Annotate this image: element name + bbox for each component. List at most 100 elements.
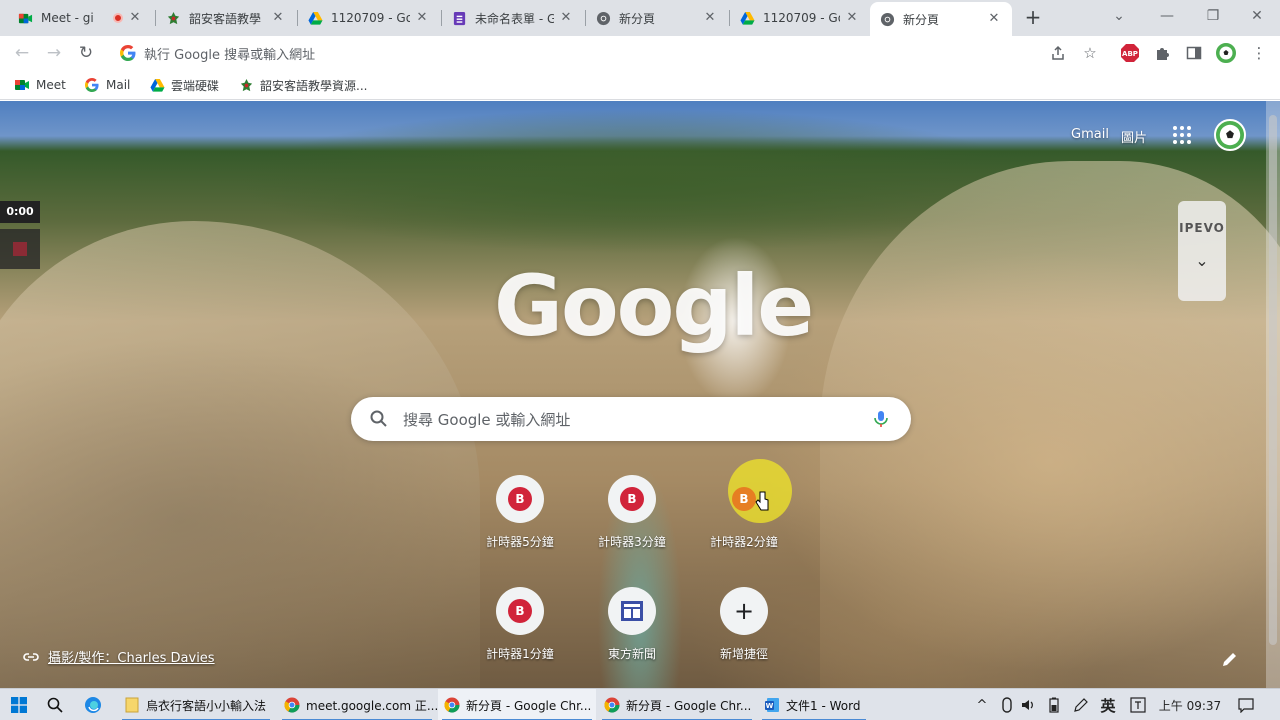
google-logo: Google	[494, 257, 814, 355]
reload-icon[interactable]: ↻	[73, 40, 99, 66]
tab-title: Meet - gi	[41, 11, 94, 25]
taskbar-app-chrome-2[interactable]: 新分頁 - Google Chr...	[598, 689, 756, 720]
chrome-icon	[284, 697, 300, 713]
search-box[interactable]: 搜尋 Google 或輸入網址	[351, 397, 911, 441]
search-icon[interactable]	[40, 689, 70, 720]
ime-mode-icon[interactable]	[1128, 689, 1148, 720]
tab-title: 1120709 - Go	[331, 11, 410, 25]
shortcut-timer-5[interactable]: B 計時器5分鐘	[464, 475, 576, 583]
new-tab-plus-icon[interactable]: +	[1022, 7, 1044, 29]
scrollbar-thumb[interactable]	[1269, 115, 1277, 645]
svg-text:W: W	[766, 702, 774, 710]
window-close-icon[interactable]: ✕	[1234, 0, 1280, 32]
toolbar: ← → ↻ 執行 Google 搜尋或輸入網址 ☆ ABP ⋮	[0, 36, 1280, 70]
forward-arrow-icon[interactable]: →	[41, 40, 67, 66]
share-icon[interactable]	[1049, 44, 1067, 62]
pen-icon[interactable]	[1072, 689, 1090, 720]
search-placeholder: 搜尋 Google 或輸入網址	[403, 410, 571, 429]
close-icon[interactable]: ✕	[127, 10, 143, 26]
tab-title: 韶安客語教學	[189, 11, 262, 26]
tab-forms[interactable]: 未命名表單 - G ✕	[442, 3, 584, 33]
close-icon[interactable]: ✕	[844, 10, 860, 26]
tray-app-icon[interactable]	[998, 689, 1016, 720]
shortcut-timer-3[interactable]: B 計時器3分鐘	[576, 475, 688, 583]
forms-icon	[452, 11, 467, 26]
tab-meet[interactable]: Meet - gi ✕	[8, 3, 153, 33]
google-apps-grid-icon[interactable]	[1172, 125, 1192, 145]
taskbar-app-meet[interactable]: meet.google.com 正...	[278, 689, 439, 720]
bookmark-label: Mail	[106, 78, 131, 92]
tab-newtab-active[interactable]: 新分頁 ✕	[870, 2, 1012, 36]
link-icon	[23, 652, 39, 661]
adblock-plus-icon[interactable]: ABP	[1121, 44, 1139, 62]
bookmark-drive[interactable]: 雲端硬碟	[149, 76, 219, 94]
chevron-down-icon[interactable]: ⌄	[1178, 251, 1226, 270]
tab-title: 新分頁	[619, 11, 656, 26]
address-bar[interactable]: 執行 Google 搜尋或輸入網址	[108, 39, 1083, 67]
notifications-icon[interactable]	[1236, 689, 1256, 720]
gmail-link[interactable]: Gmail	[1071, 127, 1109, 142]
close-icon[interactable]: ✕	[558, 10, 574, 26]
stop-recording-button[interactable]	[0, 229, 40, 269]
tray-chevron-up-icon[interactable]: ^	[974, 689, 990, 720]
volume-icon[interactable]	[1020, 689, 1038, 720]
chrome-icon	[444, 697, 460, 713]
customize-pencil-icon[interactable]	[1220, 649, 1240, 669]
news-icon	[621, 601, 643, 621]
close-icon[interactable]: ✕	[414, 10, 430, 26]
ipevo-panel[interactable]: IPEVO ⌄	[1178, 201, 1226, 301]
bookmark-shaoan[interactable]: 韶安客語教學資源...	[238, 76, 367, 94]
tab-shaoan[interactable]: 韶安客語教學 ✕	[156, 3, 296, 33]
tab-strip: Meet - gi ✕ 韶安客語教學 ✕ 1120709 - Go ✕ 未命名表…	[0, 0, 1280, 36]
search-icon	[370, 410, 387, 427]
taskbar-clock[interactable]: 上午 09:37	[1158, 689, 1222, 720]
close-icon[interactable]: ✕	[986, 11, 1002, 27]
taskbar-app-label: meet.google.com 正...	[306, 698, 439, 713]
close-icon[interactable]: ✕	[702, 10, 718, 26]
timer-b-icon: B	[508, 487, 532, 511]
taskbar-app-word[interactable]: W 文件1 - Word	[758, 689, 870, 720]
tab-search-chevron-icon[interactable]: ⌄	[1096, 0, 1142, 32]
timer-b-icon: B	[620, 487, 644, 511]
close-icon[interactable]: ✕	[270, 10, 286, 26]
bookmark-meet[interactable]: Meet	[14, 76, 66, 94]
bookmark-star-icon[interactable]: ☆	[1081, 44, 1099, 62]
tab-newtab-1[interactable]: 新分頁 ✕	[586, 3, 728, 33]
drive-icon	[308, 11, 323, 26]
edge-icon[interactable]	[78, 689, 108, 720]
ime-language-indicator[interactable]: 英	[1098, 689, 1118, 720]
minimize-icon[interactable]: —	[1144, 0, 1190, 32]
menu-kebab-icon[interactable]: ⋮	[1250, 44, 1268, 62]
shortcut-news[interactable]: 東方新聞	[576, 587, 688, 688]
photo-credit[interactable]: 攝影/製作：Charles Davies	[22, 647, 215, 666]
page-scrollbar[interactable]	[1266, 101, 1280, 688]
drive-icon	[740, 11, 755, 26]
microphone-icon[interactable]	[871, 409, 891, 429]
tab-drive-2[interactable]: 1120709 - Go ✕	[730, 3, 870, 33]
maximize-icon[interactable]: ❐	[1190, 0, 1236, 32]
start-windows-icon[interactable]	[4, 689, 34, 720]
shortcut-add[interactable]: + 新增捷徑	[688, 587, 800, 688]
bookmark-mail[interactable]: Mail	[84, 76, 130, 94]
images-link[interactable]: 圖片	[1121, 127, 1147, 146]
back-arrow-icon[interactable]: ←	[9, 40, 35, 66]
meet-icon	[18, 11, 33, 26]
tab-drive-1[interactable]: 1120709 - Go ✕	[298, 3, 440, 33]
address-placeholder: 執行 Google 搜尋或輸入網址	[144, 47, 316, 63]
shortcut-timer-2[interactable]: B 計時器2分鐘	[688, 475, 800, 583]
background-cliff-left	[0, 221, 480, 688]
account-avatar[interactable]	[1214, 119, 1246, 151]
hand-cursor-icon	[755, 491, 769, 511]
extensions-puzzle-icon[interactable]	[1153, 44, 1171, 62]
svg-text:ABP: ABP	[1122, 50, 1138, 58]
battery-icon[interactable]	[1045, 689, 1063, 720]
taskbar-app-chrome-1[interactable]: 新分頁 - Google Chr...	[438, 689, 596, 720]
shortcut-label: 東方新聞	[607, 647, 656, 661]
shortcut-timer-1[interactable]: B 計時器1分鐘	[464, 587, 576, 688]
shortcut-label: 計時器5分鐘	[486, 535, 554, 549]
profile-avatar[interactable]	[1215, 42, 1237, 64]
taskbar-app-ime[interactable]: 烏衣行客語小小輸入法	[118, 689, 274, 720]
tab-title: 未命名表單 - G	[475, 11, 554, 26]
timer-b-icon: B	[732, 487, 756, 511]
side-panel-icon[interactable]	[1185, 44, 1203, 62]
